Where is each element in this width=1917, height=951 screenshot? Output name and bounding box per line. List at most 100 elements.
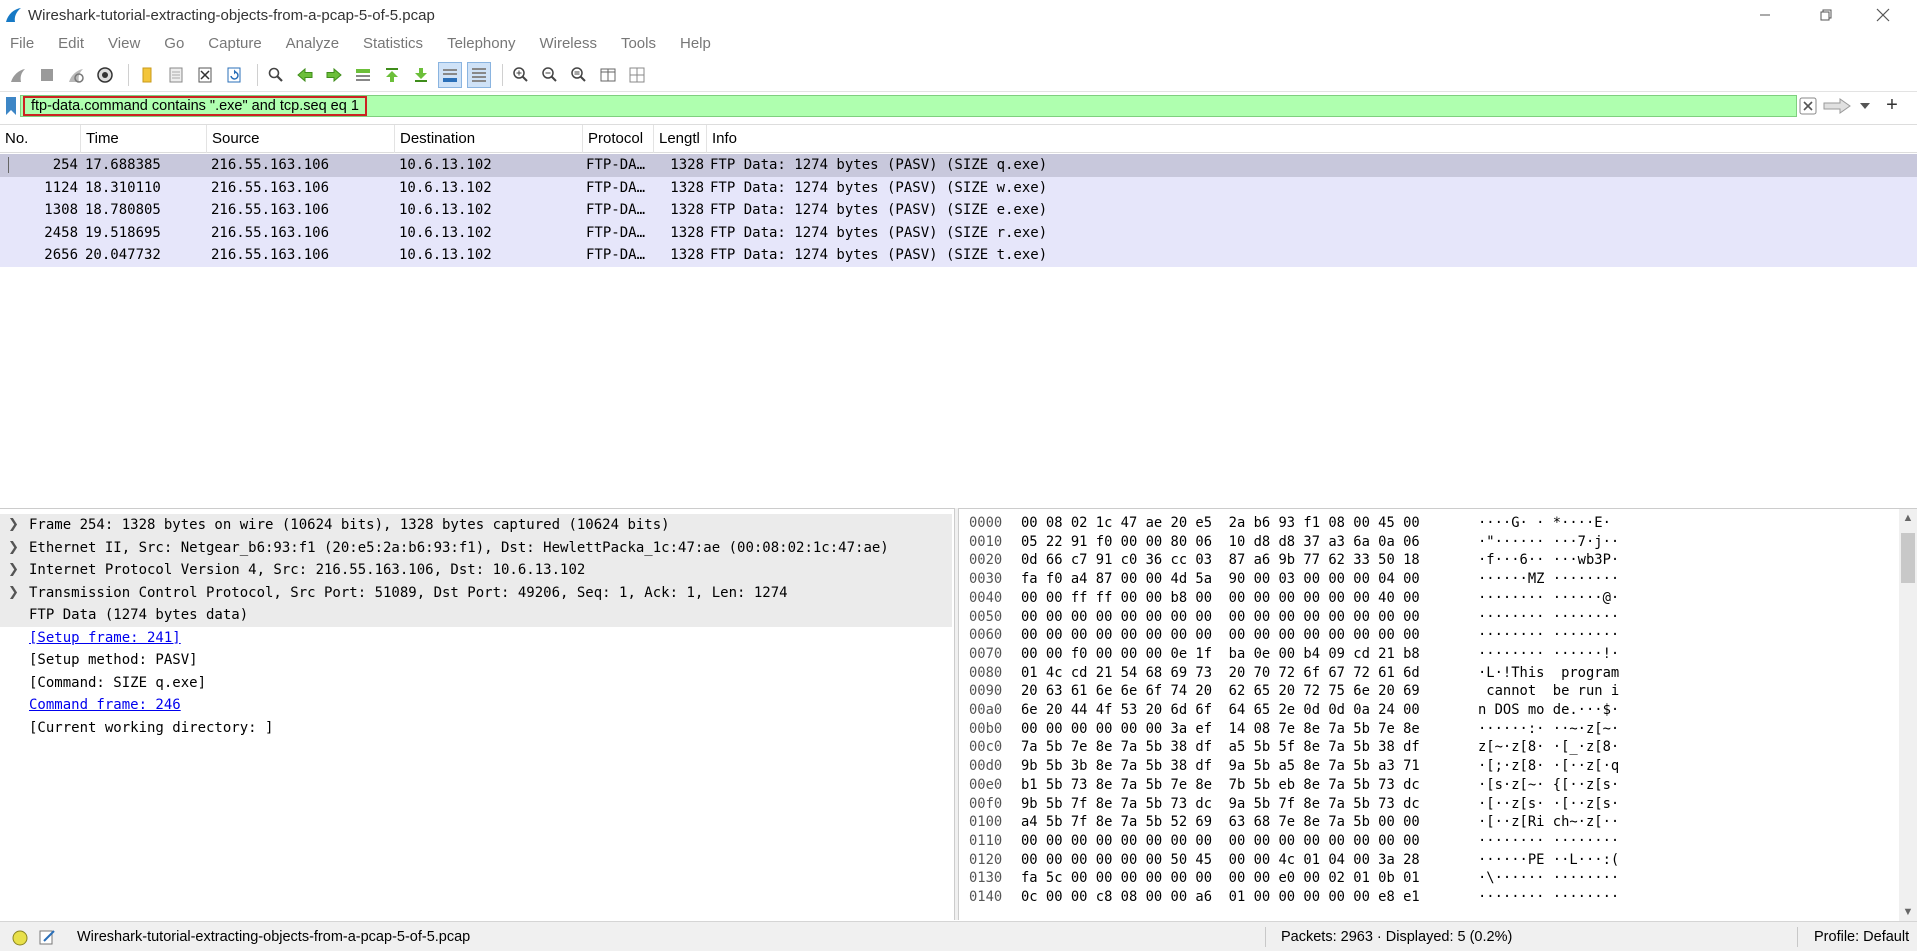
- column-header-destination[interactable]: Destination: [395, 125, 583, 153]
- hex-dump-row[interactable]: 0140 0c 00 00 c8 08 00 00 a6 01 00 00 00 …: [959, 888, 1889, 907]
- hex-ascii[interactable]: ·[··z[Ri ch~·z[··: [1478, 813, 1619, 832]
- setup-frame-link[interactable]: [Setup frame: 241]: [29, 627, 181, 650]
- tree-item-command[interactable]: [Command: SIZE q.exe]: [0, 672, 952, 695]
- packet-row[interactable]: 254 17.688385 216.55.163.106 10.6.13.102…: [0, 154, 1917, 177]
- hex-ascii[interactable]: cannot be run i: [1478, 682, 1619, 701]
- tree-item-setup-method[interactable]: [Setup method: PASV]: [0, 649, 952, 672]
- scrollbar-thumb[interactable]: [1901, 533, 1915, 583]
- hex-dump-row[interactable]: 0120 00 00 00 00 00 00 50 45 00 00 4c 01 …: [959, 851, 1889, 870]
- go-to-packet-button[interactable]: [351, 62, 375, 88]
- hex-ascii[interactable]: ········ ········: [1478, 832, 1619, 851]
- bookmark-icon[interactable]: [4, 96, 18, 116]
- capture-options-button[interactable]: [93, 62, 117, 88]
- tree-item-setup-frame[interactable]: [Setup frame: 241]: [0, 627, 952, 650]
- hex-dump-row[interactable]: 00a0 6e 20 44 4f 53 20 6d 6f 64 65 2e 0d …: [959, 701, 1889, 720]
- hex-dump-row[interactable]: 0080 01 4c cd 21 54 68 69 73 20 70 72 6f …: [959, 664, 1889, 683]
- hex-dump-row[interactable]: 0020 0d 66 c7 91 c0 36 cc 03 87 a6 9b 77 …: [959, 551, 1889, 570]
- tree-item-frame[interactable]: ❯ Frame 254: 1328 bytes on wire (10624 b…: [0, 514, 952, 537]
- go-back-button[interactable]: [293, 62, 317, 88]
- menu-tools[interactable]: Tools: [621, 35, 656, 52]
- hex-ascii[interactable]: ·\······ ········: [1478, 869, 1619, 888]
- hex-bytes[interactable]: 20 63 61 6e 6e 6f 74 20 62 65 20 72 75 6…: [1021, 682, 1420, 701]
- restart-capture-button[interactable]: [64, 62, 88, 88]
- menu-statistics[interactable]: Statistics: [363, 35, 423, 52]
- column-header-source[interactable]: Source: [207, 125, 395, 153]
- close-button[interactable]: [1860, 0, 1906, 30]
- hex-dump-row[interactable]: 00d0 9b 5b 3b 8e 7a 5b 38 df 9a 5b a5 8e …: [959, 757, 1889, 776]
- filter-history-dropdown-icon[interactable]: [1858, 99, 1872, 113]
- hex-ascii[interactable]: ········ ········: [1478, 608, 1619, 627]
- hex-ascii[interactable]: ·f···6·· ···wb3P·: [1478, 551, 1619, 570]
- hex-bytes[interactable]: b1 5b 73 8e 7a 5b 7e 8e 7b 5b eb 8e 7a 5…: [1021, 776, 1420, 795]
- scroll-up-icon[interactable]: ▲: [1899, 509, 1917, 527]
- menu-telephony[interactable]: Telephony: [447, 35, 515, 52]
- hex-dump-row[interactable]: 0130 fa 5c 00 00 00 00 00 00 00 00 e0 00 …: [959, 869, 1889, 888]
- hex-ascii[interactable]: ·[s·z[~· {[··z[s·: [1478, 776, 1619, 795]
- auto-scroll-button[interactable]: [438, 61, 462, 88]
- clear-filter-icon[interactable]: [1799, 97, 1817, 115]
- hex-bytes[interactable]: 00 00 00 00 00 00 00 00 00 00 00 00 00 0…: [1021, 626, 1420, 645]
- hex-ascii[interactable]: n DOS mo de.···$·: [1478, 701, 1619, 720]
- tree-item-ftp-data[interactable]: FTP Data (1274 bytes data): [0, 604, 952, 627]
- menu-help[interactable]: Help: [680, 35, 711, 52]
- menu-wireless[interactable]: Wireless: [539, 35, 597, 52]
- hex-bytes[interactable]: 00 00 f0 00 00 00 0e 1f ba 0e 00 b4 09 c…: [1021, 645, 1420, 664]
- expand-chevron-icon[interactable]: ❯: [8, 582, 19, 605]
- tree-item-ipv4[interactable]: ❯ Internet Protocol Version 4, Src: 216.…: [0, 559, 952, 582]
- expand-chevron-icon[interactable]: ❯: [8, 537, 19, 560]
- hex-dump-row[interactable]: 00f0 9b 5b 7f 8e 7a 5b 73 dc 9a 5b 7f 8e …: [959, 795, 1889, 814]
- hex-bytes[interactable]: 7a 5b 7e 8e 7a 5b 38 df a5 5b 5f 8e 7a 5…: [1021, 738, 1420, 757]
- expand-chevron-icon[interactable]: ❯: [8, 559, 19, 582]
- save-file-button[interactable]: [164, 62, 188, 88]
- hex-ascii[interactable]: ······PE ··L···:(: [1478, 851, 1619, 870]
- hex-ascii[interactable]: ·[··z[s· ·[··z[s·: [1478, 795, 1619, 814]
- hex-dump-row[interactable]: 0070 00 00 f0 00 00 00 0e 1f ba 0e 00 b4 …: [959, 645, 1889, 664]
- command-frame-link[interactable]: Command frame: 246: [29, 694, 181, 717]
- menu-go[interactable]: Go: [164, 35, 184, 52]
- hex-ascii[interactable]: ········ ······@·: [1478, 589, 1619, 608]
- hex-ascii[interactable]: ·[;·z[8· ·[··z[·q: [1478, 757, 1619, 776]
- bytes-scrollbar[interactable]: ▲ ▼: [1899, 509, 1917, 921]
- menu-view[interactable]: View: [108, 35, 140, 52]
- expand-chevron-icon[interactable]: ❯: [8, 514, 19, 537]
- tree-item-current-directory[interactable]: [Current working directory: ]: [0, 717, 952, 740]
- hex-bytes[interactable]: fa f0 a4 87 00 00 4d 5a 90 00 03 00 00 0…: [1021, 570, 1420, 589]
- hex-ascii[interactable]: ········ ········: [1478, 626, 1619, 645]
- packet-row[interactable]: 2458 19.518695 216.55.163.106 10.6.13.10…: [0, 221, 1917, 244]
- hex-dump-row[interactable]: 0050 00 00 00 00 00 00 00 00 00 00 00 00 …: [959, 608, 1889, 627]
- hex-bytes[interactable]: a4 5b 7f 8e 7a 5b 52 69 63 68 7e 8e 7a 5…: [1021, 813, 1420, 832]
- menu-analyze[interactable]: Analyze: [286, 35, 339, 52]
- close-file-button[interactable]: [193, 62, 217, 88]
- hex-bytes[interactable]: 00 00 ff ff 00 00 b8 00 00 00 00 00 00 0…: [1021, 589, 1420, 608]
- column-header-protocol[interactable]: Protocol: [583, 125, 654, 153]
- restore-button[interactable]: [1803, 0, 1849, 30]
- packet-row[interactable]: 1124 18.310110 216.55.163.106 10.6.13.10…: [0, 176, 1917, 199]
- scroll-down-icon[interactable]: ▼: [1899, 903, 1917, 921]
- hex-dump-row[interactable]: 0030 fa f0 a4 87 00 00 4d 5a 90 00 03 00 …: [959, 570, 1889, 589]
- hex-bytes[interactable]: 6e 20 44 4f 53 20 6d 6f 64 65 2e 0d 0d 0…: [1021, 701, 1420, 720]
- hex-ascii[interactable]: ·L·!This program: [1478, 664, 1619, 683]
- hex-dump-row[interactable]: 00e0 b1 5b 73 8e 7a 5b 7e 8e 7b 5b eb 8e …: [959, 776, 1889, 795]
- hex-dump-row[interactable]: 0090 20 63 61 6e 6e 6f 74 20 62 65 20 72 …: [959, 682, 1889, 701]
- hex-dump-row[interactable]: 0010 05 22 91 f0 00 00 80 06 10 d8 d8 37 …: [959, 533, 1889, 552]
- hex-dump-row[interactable]: 0060 00 00 00 00 00 00 00 00 00 00 00 00 …: [959, 626, 1889, 645]
- open-file-button[interactable]: [135, 62, 159, 88]
- column-header-no[interactable]: No.: [0, 125, 81, 153]
- find-packet-button[interactable]: [264, 62, 288, 88]
- hex-ascii[interactable]: ····G· · *····E·: [1478, 514, 1611, 533]
- hex-bytes[interactable]: 01 4c cd 21 54 68 69 73 20 70 72 6f 67 7…: [1021, 664, 1420, 683]
- hex-ascii[interactable]: ······:· ··~·z[~·: [1478, 720, 1619, 739]
- hex-bytes[interactable]: 00 00 00 00 00 00 3a ef 14 08 7e 8e 7a 5…: [1021, 720, 1420, 739]
- hex-dump-row[interactable]: 00b0 00 00 00 00 00 00 3a ef 14 08 7e 8e …: [959, 720, 1889, 739]
- colorize-button[interactable]: [467, 61, 491, 88]
- go-first-button[interactable]: [380, 62, 404, 88]
- go-last-button[interactable]: [409, 62, 433, 88]
- hex-ascii[interactable]: ········ ······!·: [1478, 645, 1619, 664]
- hex-ascii[interactable]: ······MZ ········: [1478, 570, 1619, 589]
- reload-file-button[interactable]: [222, 62, 246, 88]
- hex-bytes[interactable]: 05 22 91 f0 00 00 80 06 10 d8 d8 37 a3 6…: [1021, 533, 1420, 552]
- zoom-out-button[interactable]: [538, 62, 562, 88]
- hex-ascii[interactable]: z[~·z[8· ·[_·z[8·: [1478, 738, 1619, 757]
- hex-bytes[interactable]: fa 5c 00 00 00 00 00 00 00 00 e0 00 02 0…: [1021, 869, 1420, 888]
- menu-file[interactable]: File: [10, 35, 34, 52]
